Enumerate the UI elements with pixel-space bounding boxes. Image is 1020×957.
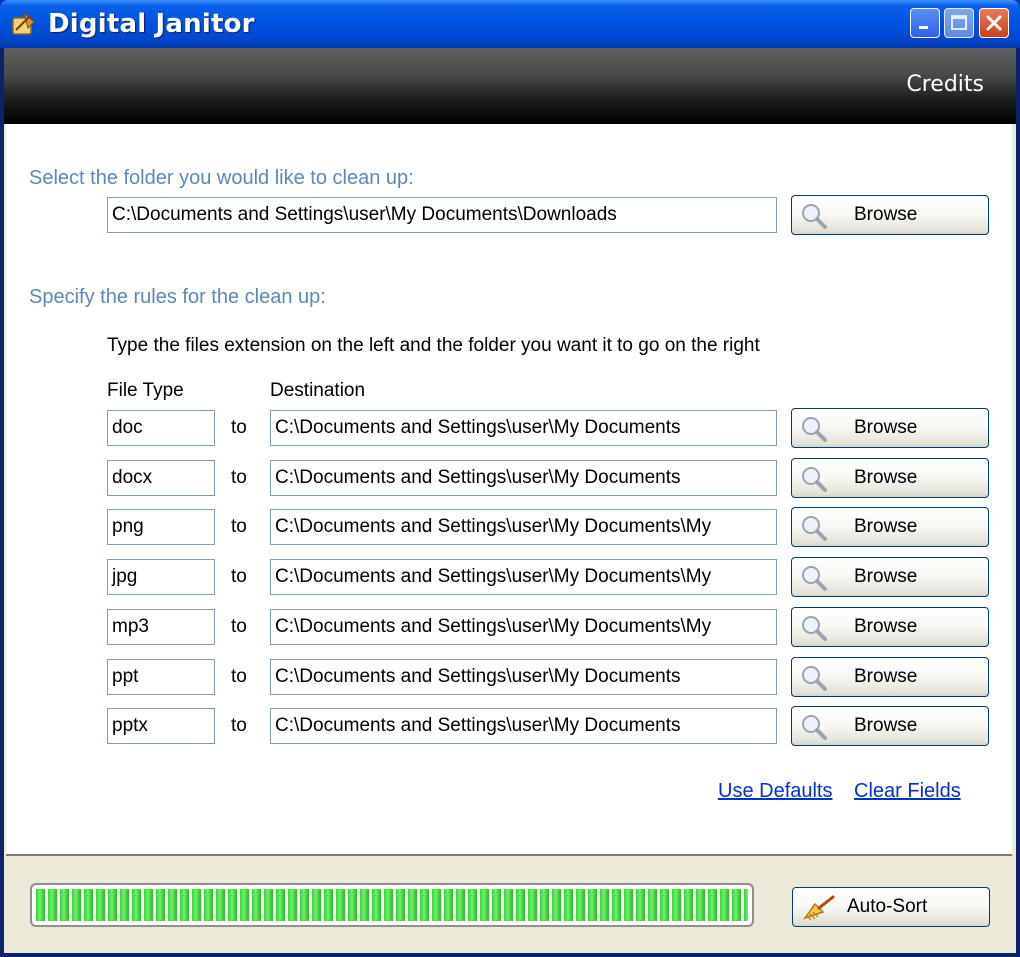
broom-icon <box>803 895 835 921</box>
to-label: to <box>231 666 247 687</box>
magnifier-icon <box>802 566 827 591</box>
broom-app-icon <box>10 10 38 38</box>
browse-label: Browse <box>854 666 918 687</box>
file-type-input[interactable]: pptx <box>107 708 215 744</box>
rules-section-label: Specify the rules for the clean up: <box>29 286 326 308</box>
client-area: Credits Select the folder you would like… <box>4 48 1016 953</box>
window-title: Digital Janitor <box>48 9 255 39</box>
file-type-input[interactable]: ppt <box>107 659 215 695</box>
folder-path-input[interactable]: C:\Documents and Settings\user\My Docume… <box>107 197 777 233</box>
progress-fill <box>36 889 748 921</box>
destination-input[interactable]: C:\Documents and Settings\user\My Docume… <box>270 509 777 545</box>
file-type-input[interactable]: png <box>107 509 215 545</box>
use-defaults-link[interactable]: Use Defaults <box>718 780 833 803</box>
browse-label: Browse <box>854 516 918 537</box>
close-button[interactable] <box>979 8 1009 38</box>
browse-label: Browse <box>854 204 918 225</box>
file-type-input[interactable]: jpg <box>107 559 215 595</box>
browse-label: Browse <box>854 715 918 736</box>
to-label: to <box>231 516 247 537</box>
to-label: to <box>231 616 247 637</box>
destination-input[interactable]: C:\Documents and Settings\user\My Docume… <box>270 659 777 695</box>
magnifier-icon <box>802 666 827 691</box>
destination-browse-button[interactable]: Browse <box>791 657 989 697</box>
destination-input[interactable]: C:\Documents and Settings\user\My Docume… <box>270 410 777 446</box>
auto-sort-label: Auto-Sort <box>847 896 928 917</box>
destination-browse-button[interactable]: Browse <box>791 408 989 448</box>
credits-link[interactable]: Credits <box>906 72 984 97</box>
minimize-button[interactable] <box>910 8 940 38</box>
destination-browse-button[interactable]: Browse <box>791 706 989 746</box>
browse-label: Browse <box>854 616 918 637</box>
browse-label: Browse <box>854 467 918 488</box>
maximize-button[interactable] <box>944 8 974 38</box>
progress-bar <box>30 883 754 927</box>
to-label: to <box>231 467 247 488</box>
browse-label: Browse <box>854 566 918 587</box>
clear-fields-link[interactable]: Clear Fields <box>854 780 961 803</box>
magnifier-icon <box>802 616 827 641</box>
to-label: to <box>231 566 247 587</box>
destination-browse-button[interactable]: Browse <box>791 607 989 647</box>
file-type-input[interactable]: mp3 <box>107 609 215 645</box>
header-band: Credits <box>4 48 1016 124</box>
file-type-input[interactable]: docx <box>107 460 215 496</box>
folder-section-label: Select the folder you would like to clea… <box>29 167 414 189</box>
app-window: Digital Janitor Credits Select the folde… <box>0 0 1020 957</box>
destination-browse-button[interactable]: Browse <box>791 458 989 498</box>
destination-input[interactable]: C:\Documents and Settings\user\My Docume… <box>270 559 777 595</box>
magnifier-icon <box>802 715 827 740</box>
destination-input[interactable]: C:\Documents and Settings\user\My Docume… <box>270 708 777 744</box>
minimize-icon <box>919 26 928 29</box>
destination-input[interactable]: C:\Documents and Settings\user\My Docume… <box>270 609 777 645</box>
destination-input[interactable]: C:\Documents and Settings\user\My Docume… <box>270 460 777 496</box>
title-bar[interactable]: Digital Janitor <box>0 0 1020 48</box>
footer-bar: Auto-Sort <box>4 856 1016 953</box>
destination-browse-button[interactable]: Browse <box>791 557 989 597</box>
to-label: to <box>231 715 247 736</box>
destination-browse-button[interactable]: Browse <box>791 507 989 547</box>
file-type-column-header: File Type <box>107 380 184 401</box>
magnifier-icon <box>802 516 827 541</box>
close-icon <box>986 15 1002 31</box>
rules-instructions: Type the files extension on the left and… <box>107 335 760 356</box>
folder-browse-button[interactable]: Browse <box>791 195 989 235</box>
browse-label: Browse <box>854 417 918 438</box>
auto-sort-button[interactable]: Auto-Sort <box>792 887 990 927</box>
magnifier-icon <box>802 417 827 442</box>
main-panel: Select the folder you would like to clea… <box>6 124 1012 856</box>
destination-column-header: Destination <box>270 380 366 401</box>
maximize-icon <box>951 15 967 30</box>
magnifier-icon <box>802 204 827 229</box>
file-type-input[interactable]: doc <box>107 410 215 446</box>
to-label: to <box>231 417 247 438</box>
magnifier-icon <box>802 467 827 492</box>
